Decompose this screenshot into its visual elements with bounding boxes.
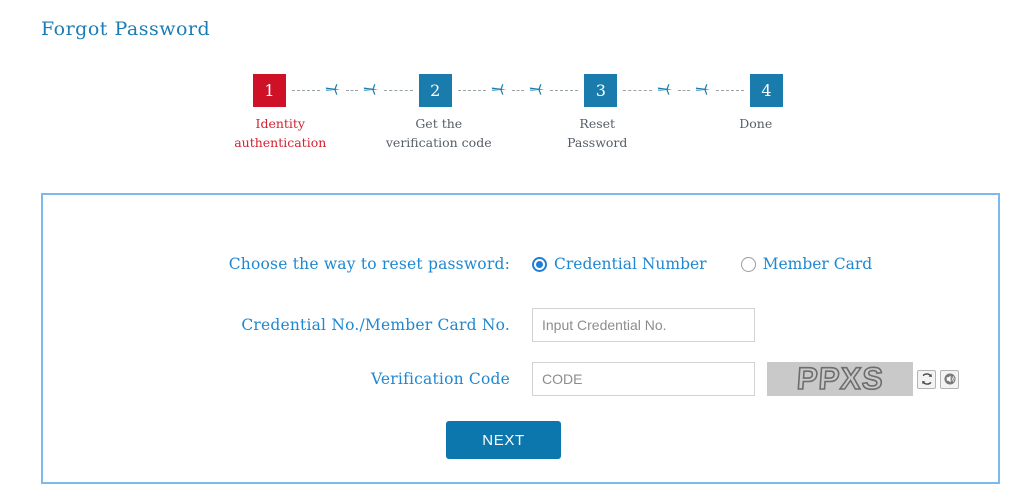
airplane-icon: [326, 84, 341, 95]
step-number-4: 4: [761, 80, 772, 100]
radio-unselected-icon[interactable]: [740, 256, 756, 272]
step-marker-3: 3: [584, 73, 618, 107]
connector-dash: [512, 89, 525, 91]
step-marker-2: 2: [418, 73, 452, 107]
step-connector-2-3: [452, 74, 585, 107]
reset-password-form-panel: Choose the way to reset password: Creden…: [41, 193, 1000, 484]
step-number-2: 2: [430, 80, 441, 100]
credential-number-input[interactable]: [532, 308, 755, 342]
verification-code-row: Verification Code PPXS: [173, 362, 973, 396]
connector-dash: [623, 89, 652, 91]
refresh-icon: [921, 373, 932, 385]
radio-label-member-card: Member Card: [762, 255, 873, 273]
captcha-group: PPXS: [767, 362, 959, 396]
connector-dash: [457, 89, 487, 91]
refresh-captcha-button[interactable]: [917, 369, 936, 389]
credential-number-label: Credential No./Member Card No.: [241, 316, 510, 334]
radio-option-member-card[interactable]: Member Card: [740, 255, 873, 273]
captcha-image[interactable]: PPXS: [767, 362, 913, 396]
reset-method-row: Choose the way to reset password: Creden…: [173, 255, 973, 273]
step-label-2: Get the verification code: [385, 116, 492, 150]
stepper-labels: Identity authentication Get the verifica…: [201, 114, 835, 152]
captcha-text: PPXS: [795, 362, 886, 396]
verification-code-label: Verification Code: [370, 370, 510, 388]
reset-method-label: Choose the way to reset password:: [228, 255, 510, 273]
credential-number-row: Credential No./Member Card No.: [173, 308, 973, 342]
radio-label-credential-number: Credential Number: [554, 255, 707, 273]
airplane-icon: [529, 84, 545, 95]
step-connector-3-4: [617, 74, 750, 107]
radio-option-credential-number[interactable]: Credential Number: [532, 255, 707, 273]
connector-dash: [677, 89, 690, 91]
submit-row: NEXT: [446, 421, 561, 459]
step-label-1: Identity authentication: [234, 116, 327, 150]
play-captcha-audio-button[interactable]: [940, 369, 959, 389]
airplane-icon: [491, 84, 507, 95]
radio-selected-icon[interactable]: [532, 256, 547, 272]
airplane-icon: [695, 84, 710, 95]
progress-stepper: 1 2 3 4 Identity authentication Get the …: [234, 72, 784, 167]
next-button[interactable]: NEXT: [446, 421, 561, 459]
step-marker-1: 1: [253, 73, 286, 107]
airplane-icon: [364, 84, 379, 95]
step-label-3: Reset Password: [567, 116, 628, 150]
connector-dash: [292, 89, 321, 91]
step-number-3: 3: [595, 80, 606, 100]
page-title: Forgot Password: [41, 18, 211, 40]
step-connector-1-2: [286, 74, 419, 107]
speaker-icon: [943, 373, 956, 385]
stepper-nodes: 1 2 3 4: [253, 72, 784, 108]
step-marker-4: 4: [750, 73, 784, 107]
step-number-1: 1: [264, 80, 275, 100]
airplane-icon: [657, 84, 672, 95]
verification-code-input[interactable]: [532, 362, 755, 396]
connector-dash: [550, 89, 579, 91]
connector-dash: [715, 89, 745, 91]
connector-dash: [384, 89, 413, 91]
connector-dash: [346, 89, 359, 91]
step-label-4: Done: [739, 116, 773, 131]
